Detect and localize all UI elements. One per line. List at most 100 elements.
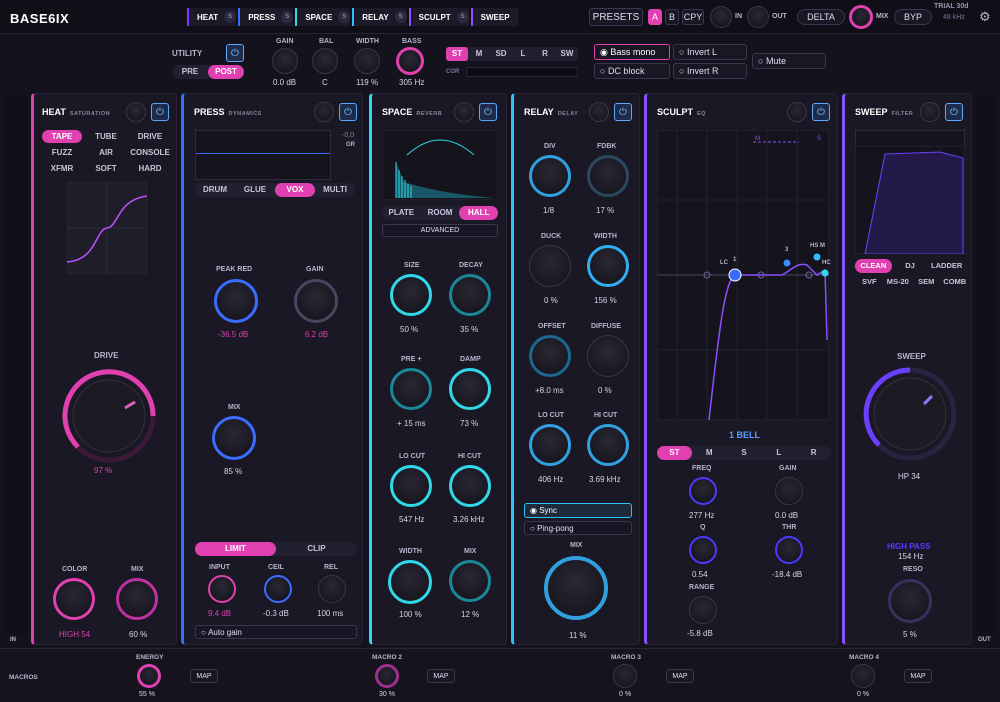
invert-l-toggle[interactable]: ○ Invert L (673, 44, 747, 60)
sweep-power-icon[interactable]: ⏻ (945, 103, 963, 121)
heat-mode-tape[interactable]: TAPE (42, 130, 82, 143)
solo-button[interactable]: S (456, 11, 469, 23)
sweep-type-comb[interactable]: COMB (941, 275, 970, 289)
offset-knob[interactable] (529, 335, 571, 377)
chain-sweep[interactable]: SWEEP (470, 8, 518, 26)
diffuse-knob[interactable] (587, 335, 629, 377)
macro-4-knob[interactable] (851, 664, 875, 688)
pre-button[interactable]: PRE (172, 65, 208, 79)
relay-width-knob[interactable] (587, 245, 629, 287)
range-knob[interactable] (689, 596, 717, 624)
utility-gain-knob[interactable] (272, 48, 298, 74)
space-locut-knob[interactable] (390, 465, 432, 507)
limit-button[interactable]: LIMIT (195, 542, 276, 556)
press-mode-drum[interactable]: DRUM (195, 183, 235, 197)
press-mode-vox[interactable]: VOX (275, 183, 315, 197)
heat-mode-tube[interactable]: TUBE (86, 130, 126, 143)
mode-sw[interactable]: SW (556, 47, 578, 61)
space-mode-room[interactable]: ROOM (421, 206, 460, 220)
sculpt-input-knob[interactable] (787, 102, 807, 122)
bal-knob[interactable] (312, 48, 338, 74)
decay-knob[interactable] (449, 274, 491, 316)
chain-heat[interactable]: HEAT S (187, 8, 237, 26)
heat-mode-air[interactable]: AIR (86, 146, 126, 159)
rel-knob[interactable] (318, 575, 346, 603)
space-mode-plate[interactable]: PLATE (382, 206, 421, 220)
reso-knob[interactable] (888, 579, 932, 623)
relay-hicut-knob[interactable] (587, 424, 629, 466)
advanced-button[interactable]: ADVANCED (382, 224, 498, 237)
pre-knob[interactable] (390, 368, 432, 410)
space-hicut-knob[interactable] (449, 465, 491, 507)
bass-knob[interactable] (396, 47, 424, 75)
heat-mix-knob[interactable] (116, 578, 158, 620)
mode-m[interactable]: M (468, 47, 490, 61)
heat-mode-console[interactable]: CONSOLE (130, 146, 170, 159)
q-knob[interactable] (689, 536, 717, 564)
sweep-type-svf[interactable]: SVF (855, 275, 884, 289)
mode-l[interactable]: L (512, 47, 534, 61)
invert-r-toggle[interactable]: ○ Invert R (673, 63, 747, 79)
macro-1-map-button[interactable]: MAP (190, 669, 218, 683)
ab-b-button[interactable]: B (665, 9, 679, 25)
chain-space[interactable]: SPACE S (295, 8, 351, 26)
press-mode-glue[interactable]: GLUE (235, 183, 275, 197)
mute-toggle[interactable]: ○ Mute (752, 53, 826, 69)
peak-red-knob[interactable] (214, 279, 258, 323)
sweep-knob[interactable] (860, 364, 960, 464)
gear-icon[interactable]: ⚙ (979, 9, 991, 25)
utility-power-icon[interactable]: ⏻ (226, 44, 244, 62)
ping-pong-toggle[interactable]: ○ Ping-pong (524, 521, 632, 535)
press-mode-multi[interactable]: MULTI (315, 183, 355, 197)
relay-input-knob[interactable] (589, 102, 609, 122)
space-input-knob[interactable] (454, 102, 474, 122)
fdbk-knob[interactable] (587, 155, 629, 197)
clip-button[interactable]: CLIP (276, 542, 357, 556)
heat-mode-xfmr[interactable]: XFMR (42, 162, 82, 175)
auto-gain-toggle[interactable]: ○ Auto gain (195, 625, 357, 639)
heat-mode-fuzz[interactable]: FUZZ (42, 146, 82, 159)
press-mix-knob[interactable] (212, 416, 256, 460)
chain-relay[interactable]: RELAY S (352, 8, 407, 26)
mode-r[interactable]: R (534, 47, 556, 61)
sync-toggle[interactable]: ◉ Sync (524, 503, 632, 518)
sculpt-power-icon[interactable]: ⏻ (812, 103, 830, 121)
sweep-mode-dj[interactable]: DJ (892, 259, 929, 273)
sweep-type-ms20[interactable]: MS-20 (884, 275, 913, 289)
relay-locut-knob[interactable] (529, 424, 571, 466)
space-power-icon[interactable]: ⏻ (479, 103, 497, 121)
solo-button[interactable]: S (338, 11, 351, 23)
delta-button[interactable]: DELTA (797, 9, 845, 25)
duck-knob[interactable] (529, 245, 571, 287)
relay-power-icon[interactable]: ⏻ (614, 103, 632, 121)
freq-knob[interactable] (689, 477, 717, 505)
eq-mode-l[interactable]: L (761, 446, 796, 460)
sweep-type-sem[interactable]: SEM (912, 275, 941, 289)
mode-sd[interactable]: SD (490, 47, 512, 61)
copy-button[interactable]: CPY (682, 9, 704, 25)
eq-mode-m[interactable]: M (692, 446, 727, 460)
drive-knob[interactable] (59, 366, 159, 466)
macro-1-knob[interactable] (137, 664, 161, 688)
presets-button[interactable]: PRESETS (589, 8, 643, 26)
space-width-knob[interactable] (388, 560, 432, 604)
relay-mix-knob[interactable] (544, 556, 608, 620)
space-mode-hall[interactable]: HALL (459, 206, 499, 220)
input-knob[interactable] (710, 6, 732, 28)
solo-button[interactable]: S (224, 11, 237, 23)
size-knob[interactable] (390, 274, 432, 316)
solo-button[interactable]: S (394, 11, 407, 23)
chain-sculpt[interactable]: SCULPT S (408, 8, 469, 26)
press-input-gain-knob[interactable] (208, 575, 236, 603)
bass-mono-toggle[interactable]: ◉ Bass mono (594, 44, 670, 60)
width-knob[interactable] (354, 48, 380, 74)
macro-2-knob[interactable] (375, 664, 399, 688)
macro-3-knob[interactable] (613, 664, 637, 688)
eq-gain-knob[interactable] (775, 477, 803, 505)
press-power-icon[interactable]: ⏻ (339, 103, 357, 121)
solo-button[interactable]: S (281, 11, 294, 23)
ab-a-button[interactable]: A (648, 9, 662, 25)
ceil-knob[interactable] (264, 575, 292, 603)
press-gain-knob[interactable] (294, 279, 338, 323)
dc-block-toggle[interactable]: ○ DC block (594, 63, 670, 79)
